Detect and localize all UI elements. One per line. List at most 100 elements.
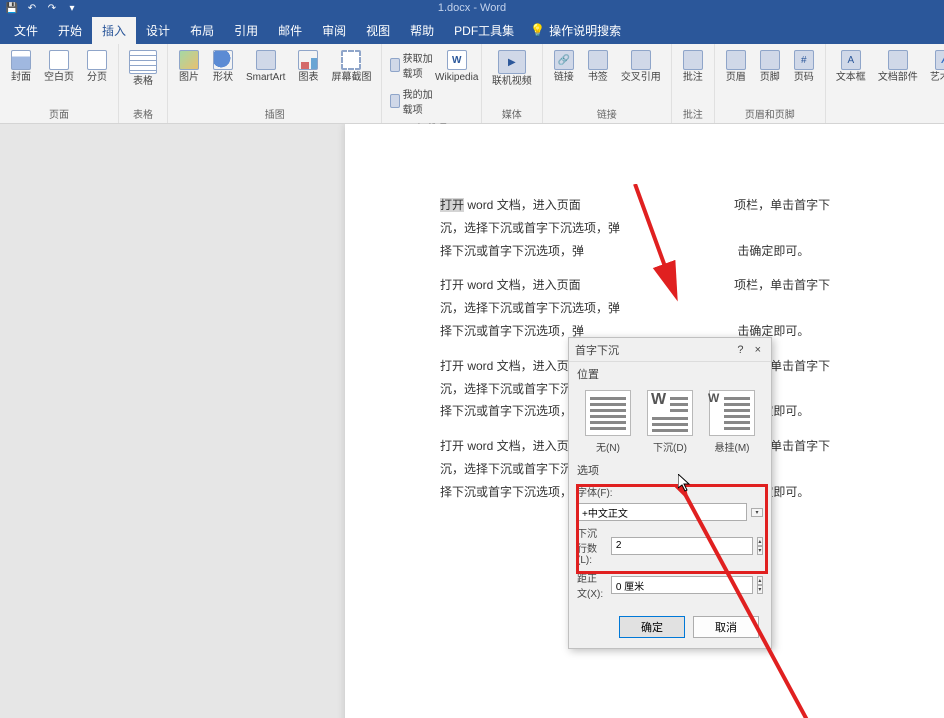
textbox-button[interactable]: A文本框 (832, 48, 870, 85)
position-section-label: 位置 (569, 362, 771, 384)
picture-button[interactable]: 图片 (174, 48, 204, 85)
dialog-help-button[interactable]: ? (733, 342, 747, 358)
lines-down-button[interactable]: ▾ (757, 546, 763, 555)
table-icon (129, 50, 157, 74)
menu-file[interactable]: 文件 (4, 17, 48, 44)
position-none[interactable]: 无(N) (581, 388, 635, 456)
store-icon (390, 58, 399, 72)
cancel-button[interactable]: 取消 (693, 616, 759, 638)
cover-page-button[interactable]: 封面 (6, 48, 36, 85)
ribbon-group-label-tables: 表格 (125, 104, 161, 121)
picture-icon (179, 50, 199, 70)
lightbulb-icon: 💡 (530, 23, 545, 37)
video-icon: ▶ (498, 50, 526, 74)
ribbon-group-links: 🔗链接 书签 交叉引用 链接 (543, 44, 672, 123)
page-break-icon (87, 50, 107, 70)
dialog-close-button[interactable]: × (751, 342, 765, 358)
ribbon-group-label-illus: 插图 (174, 104, 375, 121)
header-button[interactable]: 页眉 (721, 48, 751, 85)
screenshot-button[interactable]: 屏幕截图 (327, 48, 375, 85)
ribbon-group-addins: 获取加载项 我的加载项 WWikipedia 加载项 (382, 44, 481, 123)
redo-icon[interactable]: ↷ (46, 2, 58, 14)
menu-layout[interactable]: 布局 (180, 17, 224, 44)
font-dropdown-icon[interactable]: ▾ (751, 508, 763, 517)
ribbon-group-tables: 表格 表格 (119, 44, 168, 123)
dialog-title: 首字下沉 (575, 342, 619, 358)
menu-design[interactable]: 设计 (136, 17, 180, 44)
menu-review[interactable]: 审阅 (312, 17, 356, 44)
bookmark-button[interactable]: 书签 (583, 48, 613, 85)
dialog-titlebar[interactable]: 首字下沉 ? × (569, 338, 771, 362)
cursor-icon (678, 474, 692, 492)
shapes-icon (213, 50, 233, 70)
crossref-button[interactable]: 交叉引用 (617, 48, 665, 85)
ribbon-group-label-links: 链接 (549, 104, 665, 121)
ribbon-group-label-media: 媒体 (488, 104, 536, 121)
lines-label: 下沉行数(L): (577, 525, 607, 566)
addins-icon (390, 94, 399, 108)
get-addins-button[interactable]: 获取加载项 (388, 48, 434, 82)
menu-help[interactable]: 帮助 (400, 17, 444, 44)
distance-input[interactable] (611, 576, 753, 594)
comment-button[interactable]: 批注 (678, 48, 708, 85)
wikipedia-icon: W (447, 50, 467, 70)
ribbon-group-label-hf: 页眉和页脚 (721, 104, 819, 121)
shapes-button[interactable]: 形状 (208, 48, 238, 85)
font-select[interactable] (577, 503, 747, 521)
menu-references[interactable]: 引用 (224, 17, 268, 44)
bookmark-icon (588, 50, 608, 70)
pagenum-icon: # (794, 50, 814, 70)
undo-icon[interactable]: ↶ (26, 2, 38, 14)
save-icon[interactable]: 💾 (6, 2, 18, 14)
menu-home[interactable]: 开始 (48, 17, 92, 44)
ribbon-group-comments: 批注 批注 (672, 44, 715, 123)
footer-button[interactable]: 页脚 (755, 48, 785, 85)
menu-insert[interactable]: 插入 (92, 17, 136, 44)
cover-page-icon (11, 50, 31, 70)
chart-icon (298, 50, 318, 70)
selected-text: 打开 (440, 198, 464, 212)
footer-icon (760, 50, 780, 70)
customize-qat-icon[interactable]: ▾ (66, 2, 78, 14)
titlebar: 💾 ↶ ↷ ▾ 1.docx - Word (0, 0, 944, 16)
pagenum-button[interactable]: #页码 (789, 48, 819, 85)
position-dropped-preview: W (647, 390, 693, 436)
comment-icon (683, 50, 703, 70)
ribbon-group-media: ▶联机视频 媒体 (482, 44, 543, 123)
menu-pdf[interactable]: PDF工具集 (444, 17, 524, 44)
wikipedia-button[interactable]: WWikipedia (439, 48, 475, 85)
ribbon-group-headerfooter: 页眉 页脚 #页码 页眉和页脚 (715, 44, 826, 123)
crossref-icon (631, 50, 651, 70)
document-title: 1.docx - Word (438, 2, 506, 14)
distance-up-button[interactable]: ▴ (757, 576, 763, 585)
distance-down-button[interactable]: ▾ (757, 585, 763, 594)
link-icon: 🔗 (554, 50, 574, 70)
parts-button[interactable]: 文档部件 (874, 48, 922, 85)
table-button[interactable]: 表格 (125, 48, 161, 89)
textbox-icon: A (841, 50, 861, 70)
blank-page-icon (49, 50, 69, 70)
page-break-button[interactable]: 分页 (82, 48, 112, 85)
screenshot-icon (341, 50, 361, 70)
chart-button[interactable]: 图表 (293, 48, 323, 85)
online-video-button[interactable]: ▶联机视频 (488, 48, 536, 89)
lines-input[interactable] (611, 537, 753, 555)
wordart-button[interactable]: A艺术字 (926, 48, 944, 85)
smartart-button[interactable]: SmartArt (242, 48, 289, 85)
menu-mail[interactable]: 邮件 (268, 17, 312, 44)
my-addins-button[interactable]: 我的加载项 (388, 84, 434, 118)
ribbon-group-pages: 封面 空白页 分页 页面 (0, 44, 119, 123)
blank-page-button[interactable]: 空白页 (40, 48, 78, 85)
position-margin[interactable]: W 悬挂(M) (705, 388, 759, 456)
ribbon-group-label-pages: 页面 (6, 104, 112, 121)
menu-search[interactable]: 💡 操作说明搜索 (524, 22, 621, 39)
ok-button[interactable]: 确定 (619, 616, 685, 638)
menu-view[interactable]: 视图 (356, 17, 400, 44)
position-dropped[interactable]: W 下沉(D) (643, 388, 697, 456)
link-button[interactable]: 🔗链接 (549, 48, 579, 85)
lines-up-button[interactable]: ▴ (757, 537, 763, 546)
workspace: 打开 word 文档，进入页面 项栏，单击首字下沉，选择下沉或首字下沉选项，弹 … (0, 124, 944, 718)
distance-label: 距正文(X): (577, 570, 607, 600)
ribbon-group-text: A文本框 文档部件 A艺术字 (826, 44, 944, 123)
header-icon (726, 50, 746, 70)
